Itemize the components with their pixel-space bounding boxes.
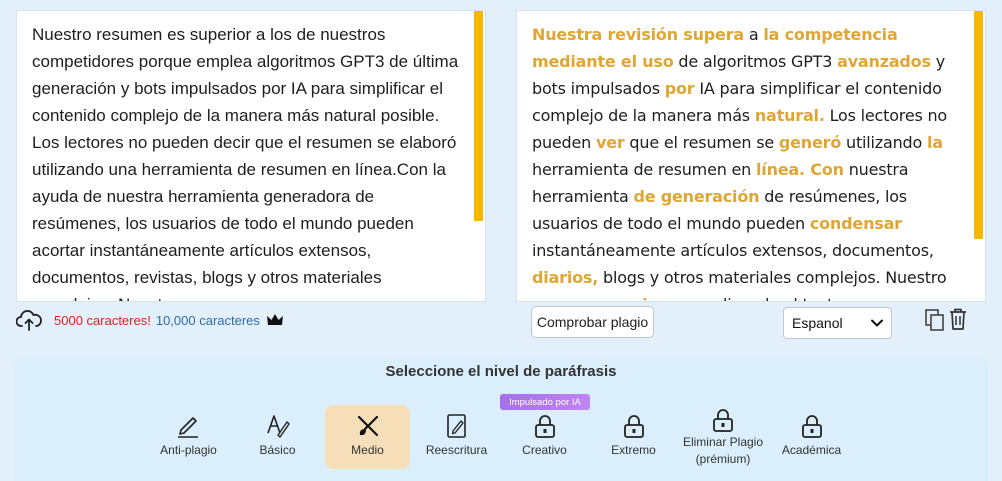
- output-text-panel[interactable]: Nuestra revisión supera a la competencia…: [516, 10, 986, 302]
- mode-eliminar-plagio[interactable]: Eliminar Plagio (prémium): [680, 405, 766, 469]
- changed-phrase[interactable]: la: [927, 133, 943, 152]
- char-limit: 10,000 caracteres: [155, 312, 260, 328]
- output-phrase: de algoritmos GPT3: [673, 52, 838, 71]
- lock-icon: [623, 415, 644, 438]
- language-value: Espanol: [792, 315, 843, 331]
- text-edit-icon: [266, 415, 290, 438]
- changed-phrase[interactable]: avanzados: [837, 52, 931, 71]
- mode-label: Creativo: [522, 443, 567, 457]
- mode-label: Eliminar Plagio: [682, 435, 764, 449]
- input-scrollbar[interactable]: [474, 11, 483, 221]
- changed-phrase[interactable]: Nuestra revisión supera: [532, 25, 744, 44]
- mode-label: Anti-plagio: [160, 443, 217, 457]
- mode-sublabel: (prémium): [695, 452, 751, 466]
- output-phrase: instantáneamente artículos extensos, doc…: [532, 241, 934, 260]
- trash-icon[interactable]: [947, 307, 969, 331]
- changed-phrase[interactable]: ver: [596, 133, 625, 152]
- input-text[interactable]: Nuestro resumen es superior a los de nue…: [32, 21, 462, 301]
- mode-label: Medio: [351, 443, 384, 457]
- output-phrase: a: [744, 25, 764, 44]
- mode-extremo[interactable]: Extremo: [591, 405, 676, 469]
- input-text-panel[interactable]: Nuestro resumen es superior a los de nue…: [16, 10, 486, 302]
- output-phrase: herramienta de resumen en: [532, 160, 757, 179]
- cloud-upload-icon[interactable]: [16, 309, 42, 331]
- mode-anti-plagio[interactable]: Anti-plagio: [146, 405, 231, 469]
- mode-reescritura[interactable]: Reescritura: [414, 405, 499, 469]
- mode-label: Académica: [781, 443, 842, 457]
- lock-icon: [713, 409, 733, 432]
- mode-label: Básico: [259, 443, 296, 457]
- lock-icon: [801, 415, 822, 438]
- mode-medio[interactable]: Medio: [325, 405, 410, 469]
- output-text: Nuestra revisión supera a la competencia…: [532, 21, 962, 301]
- pen-icon: [177, 417, 198, 438]
- output-scrollbar[interactable]: [974, 11, 983, 239]
- mode-label: Extremo: [611, 443, 656, 457]
- crown-icon: [266, 314, 283, 325]
- char-count: 5000 caracteres!: [54, 312, 151, 328]
- language-select[interactable]: Espanol: [783, 307, 892, 339]
- mode-title: Seleccione el nivel de paráfrasis: [385, 363, 617, 380]
- output-phrase: utilizando: [841, 133, 927, 152]
- changed-phrase[interactable]: línea. Con: [756, 160, 844, 179]
- changed-phrase[interactable]: comienza: [606, 295, 690, 301]
- mode-academica[interactable]: Académica: [769, 405, 854, 469]
- changed-phrase[interactable]: diarios,: [532, 268, 598, 287]
- paraphrase-mode-card: Seleccione el nivel de paráfrasis Impuls…: [14, 358, 988, 481]
- changed-phrase[interactable]: condensar: [810, 214, 902, 233]
- lock-icon: [534, 415, 555, 438]
- mode-creativo[interactable]: Creativo: [502, 405, 587, 469]
- chevron-down-icon: [871, 319, 883, 327]
- input-footer: 5000 caracteres! 10,000 caracteres: [16, 308, 284, 332]
- check-plagiarism-button[interactable]: Comprobar plagio: [531, 306, 654, 338]
- changed-phrase[interactable]: por: [665, 79, 695, 98]
- changed-phrase[interactable]: de generación: [633, 187, 759, 206]
- mode-basico[interactable]: Básico: [235, 405, 320, 469]
- output-phrase: analizando el texto y: [689, 295, 857, 301]
- changed-phrase[interactable]: generó: [779, 133, 841, 152]
- mode-label: Reescritura: [425, 443, 488, 457]
- copy-icon[interactable]: [924, 308, 946, 332]
- document-pen-icon: [446, 414, 466, 438]
- changed-phrase[interactable]: natural.: [755, 106, 825, 125]
- brush-icon: [357, 415, 378, 437]
- output-phrase: que el resumen se: [624, 133, 779, 152]
